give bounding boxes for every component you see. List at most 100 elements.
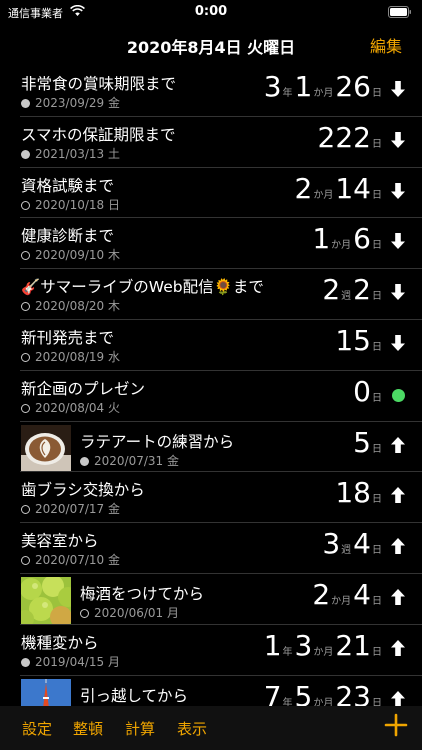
count-unit: 日 <box>372 189 382 201</box>
list-item[interactable]: 新企画のプレゼン 2020/08/04 火 0日 <box>0 371 422 422</box>
item-date: 2020/07/10 金 <box>21 551 120 568</box>
list-item[interactable]: 機種変から 2019/04/15 月 1年3か月21日 <box>0 625 422 676</box>
status-dot <box>21 99 30 108</box>
item-count: 1年3か月21日 <box>264 628 384 662</box>
count-number: 1 <box>294 70 313 103</box>
count-number: 1 <box>312 222 331 256</box>
view-button[interactable]: 表示 <box>177 718 207 739</box>
item-title: 新企画のプレゼン <box>21 379 146 398</box>
status-dot <box>80 456 89 466</box>
tower-photo <box>21 678 71 706</box>
count-unit: 日 <box>372 545 382 557</box>
item-date: 2020/07/31 金 <box>80 452 179 469</box>
item-title: 資格試験まで <box>21 176 115 195</box>
calc-button[interactable]: 計算 <box>125 718 155 739</box>
count-unit: か月 <box>313 189 334 201</box>
navigation-bar: 2020年8月4日 火曜日 編集 <box>0 24 422 64</box>
count-unit: 日 <box>372 240 382 252</box>
count-unit: 日 <box>372 392 382 404</box>
status-dot <box>21 657 30 667</box>
count-unit: 週 <box>341 291 352 303</box>
count-unit: 年 <box>282 697 293 706</box>
count-number: 14 <box>335 171 371 205</box>
item-date-text: 2023/09/29 金 <box>35 96 120 110</box>
status-dot <box>21 149 30 159</box>
item-date-text: 2021/03/13 土 <box>35 146 120 161</box>
arrow-up-icon <box>391 436 405 453</box>
status-dot <box>21 403 30 413</box>
page-title: 2020年8月4日 火曜日 <box>126 38 296 57</box>
item-title: 梅酒をつけてから <box>80 584 205 603</box>
list-item[interactable]: 歯ブラシ交換から 2020/07/17 金 18日 <box>0 472 422 524</box>
status-dot <box>80 608 89 618</box>
item-date: 2019/04/15 月 <box>21 653 120 670</box>
count-unit: 週 <box>341 545 352 557</box>
item-date-text: 2019/04/15 月 <box>35 654 120 669</box>
list-item[interactable]: 梅酒をつけてから 2020/06/01 月 2か月4日 <box>0 574 422 625</box>
countdown-list[interactable]: 非常食の賞味期限まで 2023/09/29 金 3年1か月26日 スマホの保証期限まで… <box>0 66 422 706</box>
item-title: 引っ越してから <box>80 686 189 705</box>
arrow-down-icon <box>391 284 405 301</box>
count-number: 4 <box>353 577 371 611</box>
arrow-up-icon <box>391 588 405 605</box>
list-item[interactable]: 🎸サマーライブのWeb配信🌻まで 2020/08/20 木 2週2日 <box>0 269 422 320</box>
count-number: 5 <box>353 425 371 459</box>
count-unit: か月 <box>331 595 352 607</box>
count-number: 4 <box>353 527 371 561</box>
item-date: 2023/09/29 金 <box>21 94 120 111</box>
list-item[interactable]: スマホの保証期限まで 2021/03/13 土 222日 <box>0 117 422 168</box>
arrow-down-icon <box>391 182 405 199</box>
item-date: 2020/08/19 水 <box>21 348 120 365</box>
list-item[interactable]: 美容室から 2020/07/10 金 3週4日 <box>0 523 422 574</box>
count-unit: 日 <box>372 88 382 99</box>
item-date: 2020/06/01 月 <box>80 604 179 621</box>
count-number: 2 <box>312 577 331 611</box>
list-item[interactable]: 引っ越してから2013/02/13 水7年5か月23日 <box>0 676 422 706</box>
item-title: 🎸サマーライブのWeb配信🌻まで <box>21 278 264 297</box>
item-count: 2週2日 <box>322 276 384 304</box>
arrow-down-icon <box>391 334 405 351</box>
count-number: 3 <box>322 527 341 561</box>
count-number: 15 <box>335 323 371 357</box>
settings-button[interactable]: 設定 <box>22 718 52 739</box>
today-indicator <box>392 388 405 402</box>
item-count: 1か月6日 <box>312 225 384 253</box>
arrow-up-icon <box>391 487 405 504</box>
item-title: 歯ブラシ交換から <box>21 481 145 500</box>
status-dot <box>21 302 30 312</box>
list-item[interactable]: ラテアートの練習から 2020/07/31 金 5日 <box>0 422 422 473</box>
count-number: 222 <box>317 120 371 154</box>
item-count: 3年1か月26日 <box>264 73 384 101</box>
item-title: 美容室から <box>21 532 99 551</box>
list-item[interactable]: 資格試験まで 2020/10/18 日 2か月14日 <box>0 168 422 219</box>
sort-button[interactable]: 整頓 <box>73 718 103 739</box>
item-date: 2021/03/13 土 <box>21 145 120 162</box>
item-date: 2020/08/20 木 <box>21 297 120 314</box>
count-number: 2 <box>322 273 341 307</box>
ume-photo <box>21 576 71 624</box>
count-number: 3 <box>294 628 313 662</box>
add-icon[interactable] <box>384 713 408 737</box>
count-unit: 日 <box>372 595 382 607</box>
count-unit: 日 <box>372 646 382 658</box>
count-unit: 年 <box>282 88 293 99</box>
item-date: 2020/09/10 木 <box>21 246 120 263</box>
list-item[interactable]: 新刊発売まで 2020/08/19 水 15日 <box>0 320 422 371</box>
battery-icon <box>388 6 411 18</box>
item-date-text: 2020/07/17 金 <box>35 502 120 517</box>
item-date-text: 2020/08/04 火 <box>35 400 120 415</box>
list-item[interactable]: 健康診断まで 2020/09/10 木 1か月6日 <box>0 218 422 270</box>
item-date-text: 2020/07/31 金 <box>94 453 179 468</box>
count-number: 21 <box>335 628 371 662</box>
count-unit: 日 <box>372 291 382 303</box>
item-date: 2020/08/04 火 <box>21 399 120 416</box>
count-number: 3 <box>263 70 282 103</box>
count-number: 7 <box>263 679 282 706</box>
item-title: 非常食の賞味期限まで <box>21 75 177 93</box>
edit-button[interactable]: 編集 <box>370 33 402 57</box>
count-unit: か月 <box>313 697 334 706</box>
count-number: 23 <box>335 679 371 706</box>
list-item[interactable]: 非常食の賞味期限まで 2023/09/29 金 3年1か月26日 <box>0 66 422 117</box>
item-count: 7年5か月23日 <box>263 679 384 706</box>
count-unit: 年 <box>282 646 293 658</box>
